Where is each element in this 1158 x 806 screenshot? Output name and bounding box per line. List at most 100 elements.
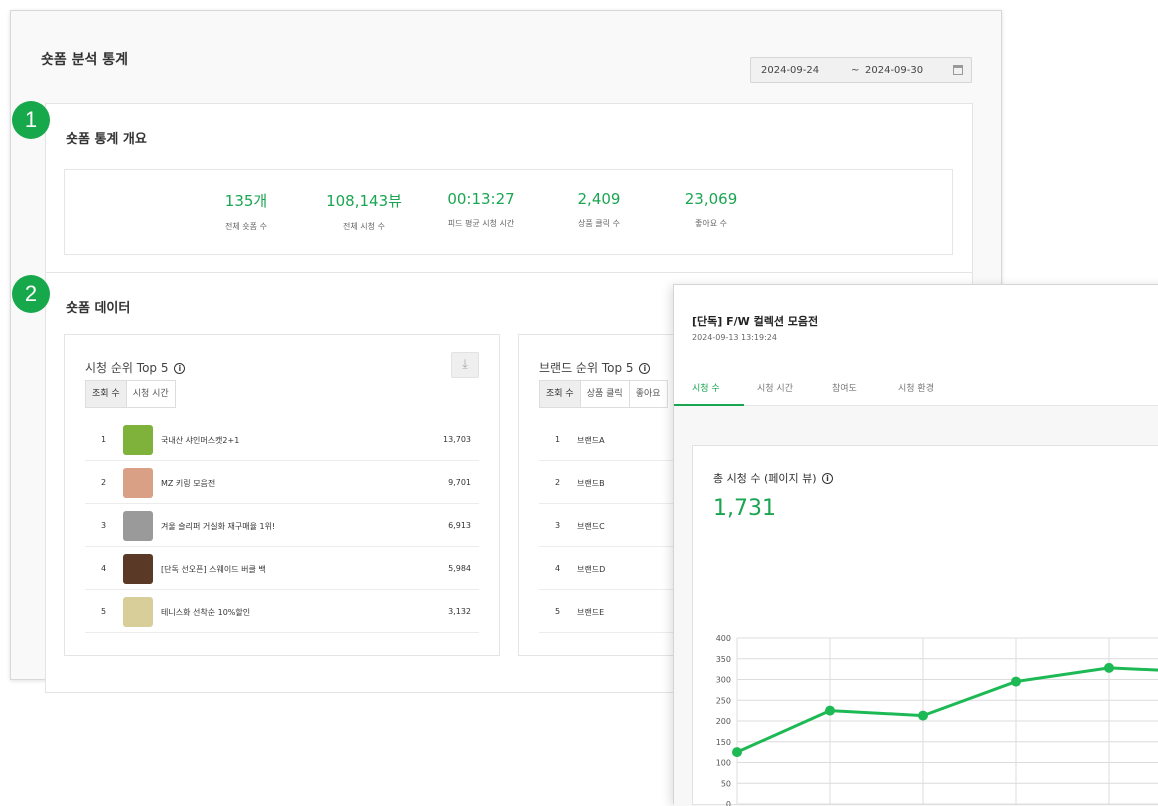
product-thumbnail [123, 511, 153, 541]
tab-view-count[interactable]: 조회 수 [85, 380, 127, 408]
product-thumbnail [123, 554, 153, 584]
tab-engagement[interactable]: 참여도 [832, 381, 857, 394]
tab-watch-time[interactable]: 시청 시간 [757, 381, 793, 394]
stat-total-views: 108,143뷰 전체 시청 수 [304, 190, 424, 232]
stat-value: 2,409 [577, 190, 621, 208]
tab-view-count[interactable]: 조회 수 [539, 380, 581, 408]
product-name: 테니스화 선착순 10%할인 [161, 608, 251, 617]
brand-name: 브랜드C [577, 522, 605, 531]
shortform-detail-panel: [단독] F/W 컬렉션 모음전 2024-09-13 13:19:24 시청 … [673, 284, 1158, 806]
tab-viewing-environment[interactable]: 시청 환경 [898, 381, 934, 394]
y-tick-label: 150 [716, 738, 731, 747]
product-name: 겨울 슬리퍼 거실화 재구매율 1위! [161, 522, 276, 531]
stat-value: 135개 [224, 192, 268, 210]
product-name: MZ 키링 모음전 [161, 479, 216, 488]
tab-likes[interactable]: 좋아요 [628, 380, 668, 408]
brand-rank-tabs: 조회 수 상품 클릭 좋아요 [539, 380, 668, 408]
data-point [732, 747, 742, 758]
stat-product-clicks: 2,409 상품 클릭 수 [539, 190, 659, 229]
info-icon[interactable]: i [639, 363, 651, 374]
rank-number: 5 [555, 607, 561, 616]
stat-label: 좋아요 수 [695, 219, 727, 228]
data-section-title: 숏폼 데이터 [66, 301, 131, 316]
view-rank-card: 시청 순위 Top 5 i ⤓ 조회 수 시청 시간 1 국내산 샤인머스캣2+… [64, 334, 500, 656]
product-thumbnail [123, 468, 153, 498]
stat-value: 23,069 [684, 190, 738, 208]
download-button[interactable]: ⤓ [451, 352, 479, 378]
step-marker-2: 2 [12, 275, 50, 313]
y-tick-label: 400 [716, 634, 731, 643]
data-point [1104, 662, 1114, 673]
view-count: 9,701 [448, 478, 471, 487]
date-start[interactable]: 2024-09-24 [761, 65, 819, 76]
view-rank-title-text: 시청 순위 Top 5 [85, 361, 169, 375]
rank-number: 5 [101, 607, 107, 616]
y-tick-label: 50 [721, 779, 731, 788]
y-tick-label: 100 [716, 759, 731, 768]
rank-number: 1 [555, 435, 561, 444]
y-tick-label: 300 [716, 676, 731, 685]
detail-datetime: 2024-09-13 13:19:24 [692, 333, 777, 342]
stat-likes: 23,069 좋아요 수 [651, 190, 771, 229]
stat-avg-watch-time: 00:13:27 피드 평균 시청 시간 [421, 190, 541, 229]
stat-label: 상품 클릭 수 [578, 219, 620, 228]
y-tick-label: 350 [716, 655, 731, 664]
stat-label: 피드 평균 시청 시간 [447, 219, 515, 228]
table-row[interactable]: 1 국내산 샤인머스캣2+1 13,703 [85, 419, 479, 461]
date-end[interactable]: 2024-09-30 [865, 65, 923, 76]
brand-name: 브랜드D [577, 565, 606, 574]
product-name: 국내산 샤인머스캣2+1 [161, 436, 240, 445]
table-row[interactable]: 5 테니스화 선착순 10%할인 3,132 [85, 591, 479, 633]
data-point [1011, 676, 1021, 687]
tab-watch-time[interactable]: 시청 시간 [125, 380, 176, 408]
rank-number: 1 [101, 435, 107, 444]
rank-number: 3 [555, 521, 561, 530]
stat-label: 전체 숏폼 수 [225, 222, 267, 231]
table-row[interactable]: 4 [단독 선오픈] 스웨이드 버클 백 5,984 [85, 548, 479, 590]
step-marker-1: 1 [12, 101, 50, 139]
y-tick-label: 0 [726, 800, 731, 806]
tab-product-clicks[interactable]: 상품 클릭 [579, 380, 630, 408]
stat-value: 108,143뷰 [326, 192, 402, 210]
rank-number: 4 [101, 564, 107, 573]
tab-view-count[interactable]: 시청 수 [692, 381, 720, 394]
info-icon[interactable]: i [174, 363, 186, 374]
calendar-icon[interactable] [953, 65, 963, 75]
data-point [918, 710, 928, 721]
view-chart-card: 총 시청 수 (페이지 뷰) i 1,731 0 50 100 150 200 250 30… [692, 445, 1158, 806]
rank-number: 2 [101, 478, 107, 487]
detail-body: 총 시청 수 (페이지 뷰) i 1,731 0 50 100 150 200 250 30… [674, 406, 1158, 806]
view-rank-tabs: 조회 수 시청 시간 [85, 380, 176, 408]
series-line [736, 666, 1158, 754]
brand-rank-title-text: 브랜드 순위 Top 5 [539, 361, 634, 375]
stat-value: 00:13:27 [447, 190, 515, 208]
brand-name: 브랜드B [577, 479, 605, 488]
product-thumbnail [123, 425, 153, 455]
date-separator: ~ [851, 65, 860, 76]
date-range-picker[interactable]: 2024-09-24 ~ 2024-09-30 [750, 57, 972, 83]
overview-title: 숏폼 통계 개요 [66, 132, 147, 147]
detail-title: [단독] F/W 컬렉션 모음전 [692, 315, 819, 328]
table-row[interactable]: 3 겨울 슬리퍼 거실화 재구매율 1위! 6,913 [85, 505, 479, 547]
view-count: 13,703 [443, 435, 471, 444]
view-count: 3,132 [448, 607, 471, 616]
stat-total-shortforms: 135개 전체 숏폼 수 [186, 190, 306, 232]
brand-name: 브랜드A [577, 436, 605, 445]
rank-number: 3 [101, 521, 107, 530]
table-row[interactable]: 2 MZ 키링 모음전 9,701 [85, 462, 479, 504]
stat-label: 전체 시청 수 [343, 222, 385, 231]
view-rank-title: 시청 순위 Top 5 i [85, 359, 186, 376]
view-count: 5,984 [448, 564, 471, 573]
view-count: 6,913 [448, 521, 471, 530]
y-tick-label: 200 [716, 717, 731, 726]
brand-name: 브랜드E [577, 608, 605, 617]
data-point [825, 705, 835, 716]
rank-number: 4 [555, 564, 561, 573]
rank-number: 2 [555, 478, 561, 487]
page-title: 숏폼 분석 통계 [41, 52, 129, 68]
product-name: [단독 선오픈] 스웨이드 버클 백 [161, 565, 266, 574]
brand-rank-title: 브랜드 순위 Top 5 i [539, 359, 651, 376]
overview-stats: 135개 전체 숏폼 수 108,143뷰 전체 시청 수 00:13:27 피… [64, 169, 953, 255]
line-chart: 0501001502002503003504002024-09-182024-0… [716, 634, 1158, 806]
product-thumbnail [123, 597, 153, 627]
